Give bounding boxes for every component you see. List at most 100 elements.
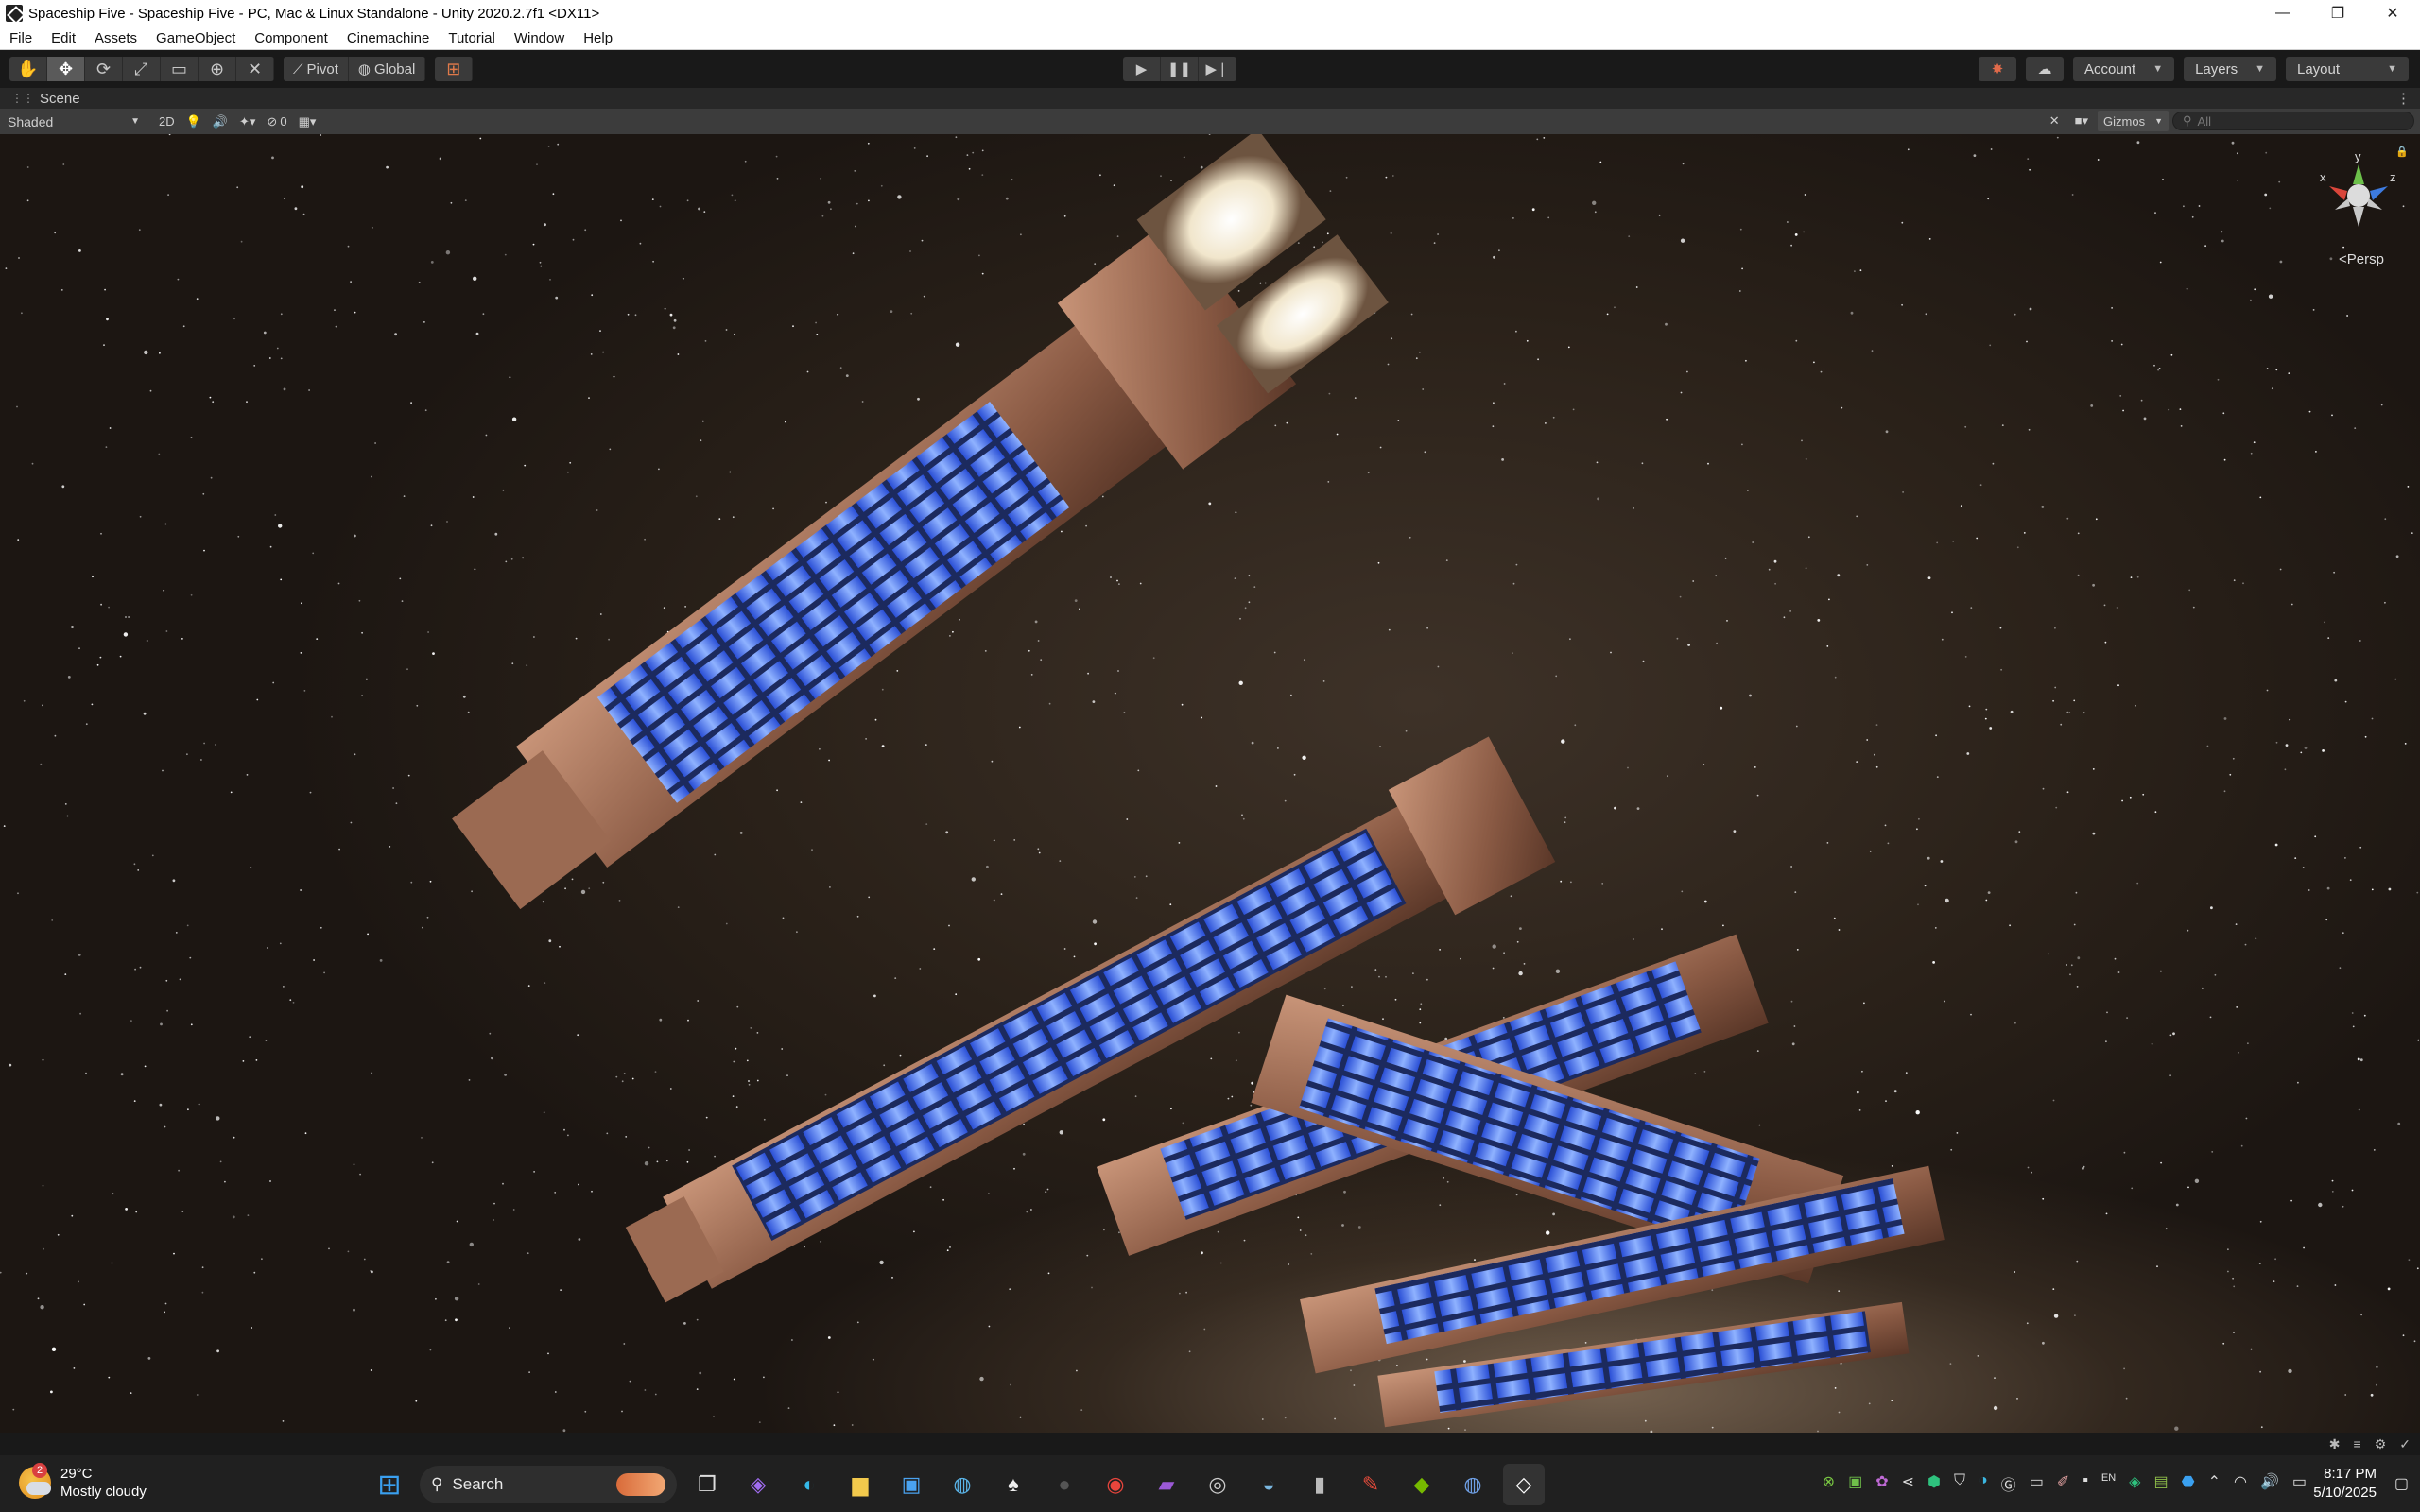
play-button-icon[interactable]: ▶ (1123, 57, 1161, 81)
star (60, 289, 63, 291)
star (659, 1018, 663, 1022)
hand-tool-icon[interactable]: ✋ (9, 57, 47, 81)
tray-app-icon[interactable]: ✐ (2057, 1472, 2069, 1495)
layers-dropdown[interactable]: Layers ▼ (2184, 57, 2276, 81)
effects-toggle-icon[interactable]: ✦▾ (233, 112, 261, 132)
tray-app-icon[interactable]: ✿ (1876, 1472, 1888, 1495)
notes-app-icon[interactable]: ✎ (1350, 1464, 1392, 1505)
gizmos-dropdown[interactable]: Gizmos ▼ (2098, 111, 2169, 131)
browser-app-icon[interactable]: ◍ (1452, 1464, 1494, 1505)
audio-toggle-icon[interactable]: 🔊 (207, 112, 233, 132)
scale-tool-icon[interactable]: ⤢ (123, 57, 161, 81)
2d-mode-toggle[interactable]: 2D (153, 112, 181, 132)
menu-component[interactable]: Component (245, 30, 337, 46)
menu-edit[interactable]: Edit (42, 30, 85, 46)
close-button[interactable]: ✕ (2365, 0, 2420, 26)
pivot-toggle[interactable]: ⟋ Pivot (284, 57, 349, 81)
tray-app-icon[interactable]: ◈ (2129, 1472, 2140, 1495)
collab-icon[interactable]: ✸ (1978, 57, 2016, 81)
menu-cinemachine[interactable]: Cinemachine (337, 30, 440, 46)
windows-start-icon[interactable]: ⊞ (369, 1464, 410, 1505)
menu-window[interactable]: Window (505, 30, 574, 46)
star (949, 635, 951, 637)
copilot-icon[interactable]: ◈ (737, 1464, 779, 1505)
planet-app-icon[interactable]: ◒ (1248, 1464, 1289, 1505)
star (2118, 971, 2120, 973)
obs-icon[interactable]: ◎ (1197, 1464, 1238, 1505)
chrome-icon[interactable]: ◉ (1095, 1464, 1136, 1505)
menu-file[interactable]: File (0, 30, 42, 46)
hidden-objects-toggle[interactable]: ⊘ 0 (261, 112, 292, 132)
grid-toggle-icon[interactable]: ▦▾ (293, 112, 322, 132)
tray-app-icon[interactable]: ⬢ (1927, 1472, 1941, 1495)
shading-mode-dropdown[interactable]: Shaded ▼ (4, 112, 144, 132)
tray-app-icon[interactable]: ▣ (1848, 1472, 1862, 1495)
lighting-toggle-icon[interactable]: 💡 (181, 112, 207, 132)
global-toggle[interactable]: ◍ Global (348, 57, 426, 81)
scene-orientation-gizmo[interactable]: y x z <Persp 🔒 (2316, 144, 2409, 267)
custom-tool-icon[interactable]: ✕ (236, 57, 274, 81)
step-button-icon[interactable]: ▶❘ (1199, 57, 1236, 81)
task-view-icon[interactable]: ❐ (686, 1464, 728, 1505)
wifi-icon[interactable]: ◠ (2234, 1472, 2247, 1495)
globe-app-icon[interactable]: ◍ (942, 1464, 983, 1505)
bug-icon[interactable]: ✱ (2329, 1436, 2341, 1452)
scene-viewport[interactable]: y x z <Persp 🔒 (0, 134, 2420, 1433)
projection-toggle[interactable]: <Persp (2339, 251, 2384, 267)
notification-icon[interactable]: ▢ (2394, 1474, 2409, 1493)
battery-icon[interactable]: ▭ (2292, 1472, 2307, 1495)
account-dropdown[interactable]: Account ▼ (2072, 57, 2175, 81)
tray-app-icon[interactable]: ▭ (2030, 1472, 2044, 1495)
tray-app-icon[interactable]: ▤ (2153, 1472, 2168, 1495)
cloud-icon[interactable]: ☁ (2025, 57, 2064, 81)
pause-button-icon[interactable]: ❚❚ (1161, 57, 1199, 81)
check-icon[interactable]: ✓ (2399, 1436, 2411, 1452)
star (736, 1005, 739, 1008)
menu-help[interactable]: Help (574, 30, 622, 46)
lock-icon[interactable]: 🔒 (2395, 146, 2409, 158)
rect-tool-icon[interactable]: ▭ (161, 57, 199, 81)
settings-icon[interactable]: ⚙ (2375, 1436, 2387, 1452)
grid-snap-icon[interactable]: ⊞ (435, 57, 474, 81)
visual-studio-icon[interactable]: ⋖ (1902, 1472, 1914, 1495)
store-icon[interactable]: ▣ (890, 1464, 932, 1505)
rotate-tool-icon[interactable]: ⟳ (85, 57, 123, 81)
menu-tutorial[interactable]: Tutorial (439, 30, 504, 46)
grammarly-icon[interactable]: Ⓖ (2001, 1472, 2016, 1495)
volume-icon[interactable]: 🔊 (2260, 1472, 2279, 1495)
star (138, 229, 141, 232)
star (130, 1020, 132, 1022)
file-explorer-icon[interactable]: ▆ (839, 1464, 881, 1505)
minimize-button[interactable]: — (2256, 0, 2310, 26)
tray-app-icon[interactable]: ◑ (1979, 1472, 1988, 1495)
stack-icon[interactable]: ≡ (2354, 1436, 2361, 1452)
dark-app-icon[interactable]: ● (1044, 1464, 1085, 1505)
shield-icon[interactable]: ⛉ (1954, 1472, 1965, 1495)
nvidia-icon[interactable]: ◆ (1401, 1464, 1443, 1505)
maximize-button[interactable]: ❐ (2310, 0, 2365, 26)
weather-widget[interactable]: 2 29°C Mostly cloudy (19, 1463, 147, 1501)
chevron-up-icon[interactable]: ⌃ (2208, 1472, 2221, 1495)
video-editor-icon[interactable]: ▰ (1146, 1464, 1187, 1505)
layout-dropdown[interactable]: Layout ▼ (2286, 57, 2409, 81)
camera-icon[interactable]: ▪ (2083, 1472, 2088, 1495)
camera-icon[interactable]: ■▾ (2069, 111, 2094, 131)
tools-icon[interactable]: ✕ (2044, 111, 2066, 131)
edge-icon[interactable]: ◐ (788, 1464, 830, 1505)
scene-search-input[interactable]: ⚲ All (2172, 112, 2414, 130)
clock[interactable]: 8:17 PM 5/10/2025 (2313, 1465, 2377, 1503)
xbox-icon[interactable]: ⊗ (1823, 1472, 1835, 1495)
taskbar-search[interactable]: ⚲ Search (420, 1466, 677, 1503)
tab-scene[interactable]: ⋮⋮ Scene (11, 91, 80, 107)
microphone-app-icon[interactable]: ▮ (1299, 1464, 1340, 1505)
more-options-icon[interactable]: ⋮ (2396, 90, 2411, 107)
unity-taskbar-icon[interactable]: ◇ (1503, 1464, 1545, 1505)
tray-app-icon[interactable]: ⬣ (2182, 1472, 2195, 1495)
menu-gameobject[interactable]: GameObject (147, 30, 245, 46)
transform-tool-icon[interactable]: ⊕ (199, 57, 236, 81)
star (283, 387, 286, 391)
alien-app-icon[interactable]: ♠ (993, 1464, 1034, 1505)
menu-assets[interactable]: Assets (85, 30, 147, 46)
keyboard-layout-icon[interactable]: EN (2101, 1472, 2116, 1495)
move-tool-icon[interactable]: ✥ (47, 57, 85, 81)
